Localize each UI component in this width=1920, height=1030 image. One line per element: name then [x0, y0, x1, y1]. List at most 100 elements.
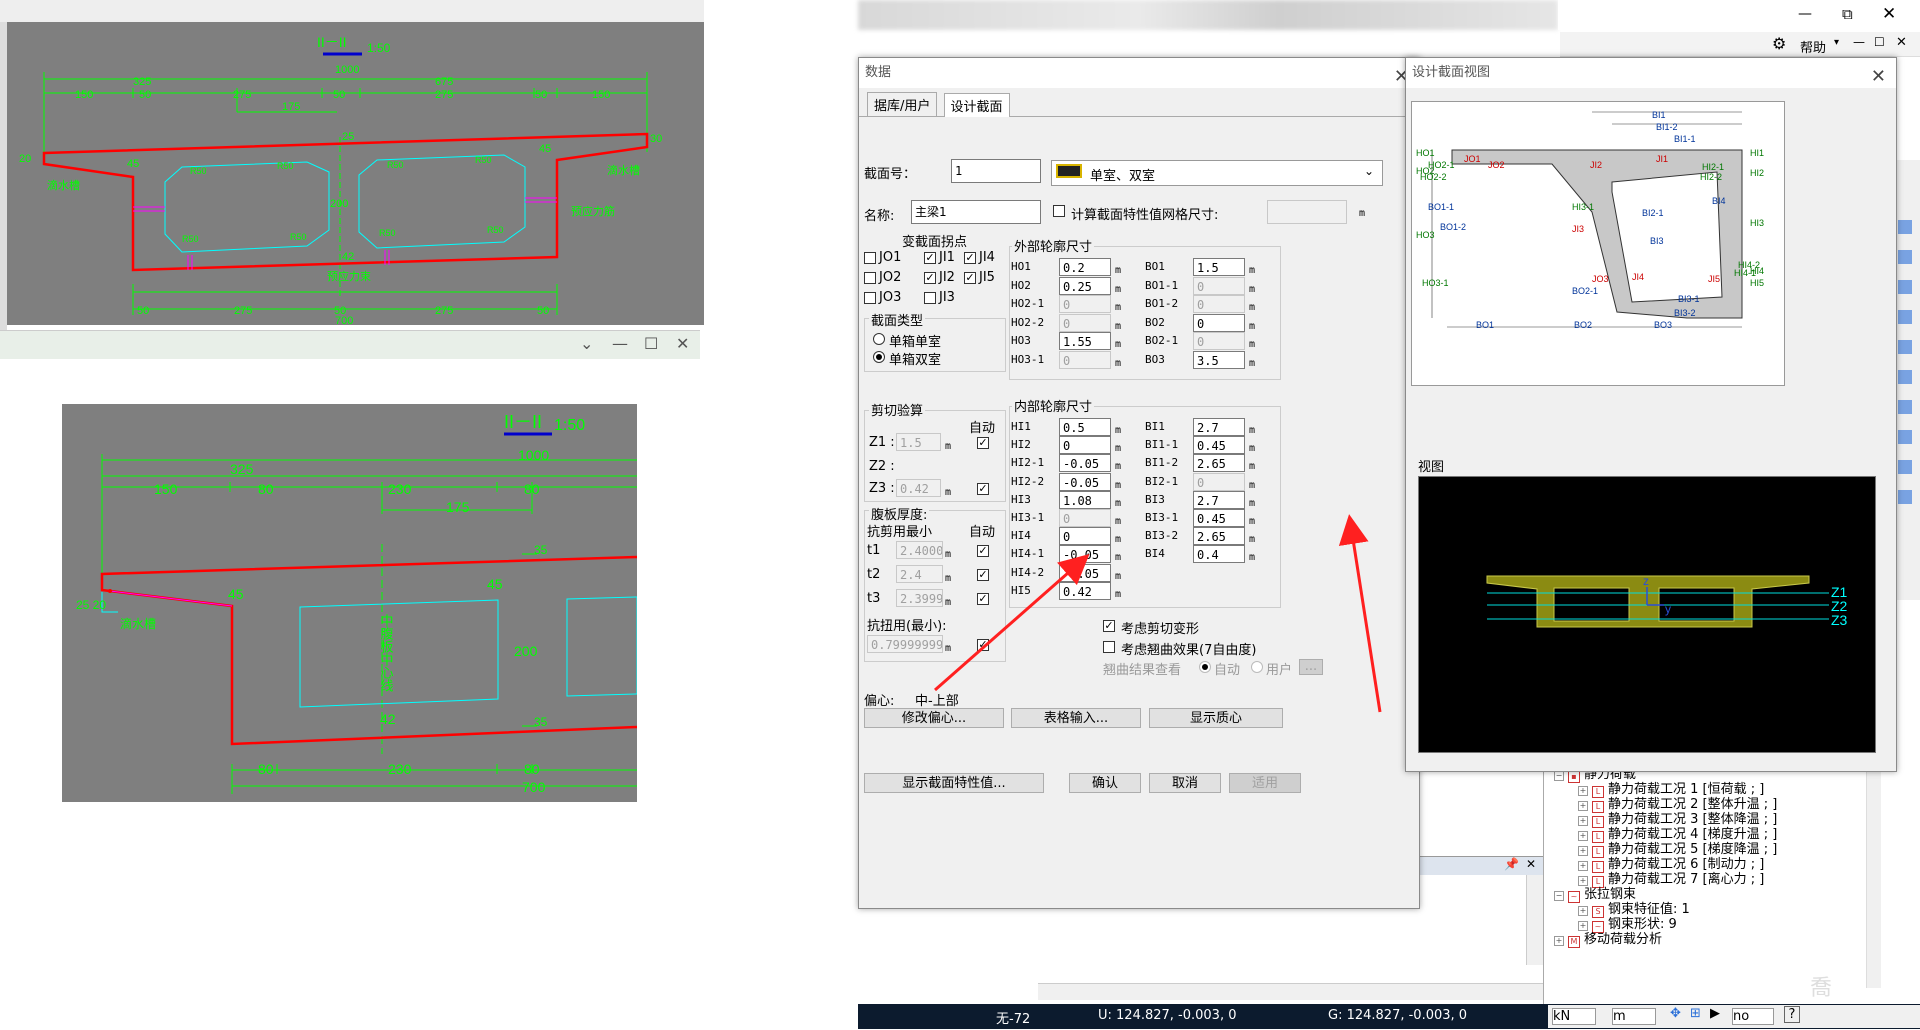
tree-scrollbar[interactable] — [1866, 768, 1881, 988]
inner-bi2-1-input[interactable]: 0 — [1193, 472, 1245, 491]
grid-calc-checkbox[interactable] — [1053, 205, 1065, 217]
inner-hi1-input[interactable]: 0.5 — [1059, 418, 1111, 436]
outer-ho2-2-input[interactable]: 0 — [1059, 313, 1111, 332]
table-input-button[interactable]: 表格输入... — [1011, 708, 1141, 728]
outer-ho2-input[interactable]: 0.25 — [1059, 276, 1111, 295]
toolbar-icons[interactable] — [1898, 220, 1912, 520]
tree-item[interactable]: + L 静力荷载工况 6 [制动力 ; ] — [1554, 857, 1777, 873]
length-unit-select[interactable]: m — [1612, 1008, 1656, 1025]
t1-auto-checkbox[interactable] — [977, 545, 989, 557]
outer-bo1-2-input[interactable]: 0 — [1193, 295, 1245, 313]
outer-bo1-1-input[interactable]: 0 — [1193, 276, 1245, 295]
outer-bo2-input[interactable]: 0 — [1193, 313, 1245, 332]
t3-input[interactable]: 2.39999 — [896, 589, 943, 607]
sub-close-icon[interactable]: ✕ — [1896, 35, 1907, 50]
sub-maximize-icon[interactable]: ☐ — [1874, 35, 1885, 49]
bottom-win-collapse-icon[interactable]: ⌄ — [580, 334, 593, 353]
inner-bi1-1-input[interactable]: 0.45 — [1193, 436, 1245, 455]
view-close-icon[interactable]: ✕ — [1871, 62, 1886, 92]
tree-item[interactable]: + L 静力荷载工况 5 [梯度降温 ; ] — [1554, 842, 1777, 858]
tab-design-section[interactable]: 设计截面 — [943, 93, 1010, 117]
warp-browse-button[interactable]: ... — [1299, 659, 1323, 675]
inner-hi4-2-input[interactable]: -0.05 — [1059, 563, 1111, 582]
inner-hi3-input[interactable]: 1.08 — [1059, 490, 1111, 509]
warp-user-radio[interactable] — [1251, 661, 1263, 673]
inner-bi4-input[interactable]: 0.4 — [1193, 545, 1245, 564]
play-icon[interactable]: ▶ — [1710, 1006, 1720, 1021]
panel-close-icon[interactable]: ✕ — [1526, 857, 1536, 871]
apply-button[interactable]: 适用 — [1229, 773, 1301, 793]
inner-hi2-2-input[interactable]: -0.05 — [1059, 472, 1111, 491]
name-input[interactable]: 主梁1 — [911, 200, 1041, 224]
inner-bi1-input[interactable]: 2.7 — [1193, 418, 1245, 436]
top-cad-viewport[interactable]: II－II 1:50 325 675 1000 150 50 275 50 27… — [7, 22, 704, 325]
inner-hi4-1-input[interactable]: -0.05 — [1059, 545, 1111, 564]
tree-item[interactable]: + L 静力荷载工况 2 [整体升温 ; ] — [1554, 797, 1777, 813]
app-close-icon[interactable]: ✕ — [1882, 4, 1896, 24]
z3-auto-checkbox[interactable] — [977, 483, 989, 495]
inner-bi3-1-input[interactable]: 0.45 — [1193, 509, 1245, 527]
torsion-auto-checkbox[interactable] — [977, 639, 989, 651]
single-box-double-cell-radio[interactable] — [873, 351, 885, 363]
tree-item[interactable]: + L 静力荷载工况 4 [梯度升温 ; ] — [1554, 827, 1777, 843]
help-icon[interactable]: ? — [1784, 1006, 1800, 1023]
cancel-button[interactable]: 取消 — [1149, 773, 1221, 793]
joint-jo3-checkbox[interactable] — [864, 292, 876, 304]
inner-hi3-1-input[interactable]: 0 — [1059, 509, 1111, 527]
inner-bi3-2-input[interactable]: 2.65 — [1193, 527, 1245, 546]
combo-select[interactable]: no — [1732, 1008, 1774, 1025]
consider-warp-checkbox[interactable] — [1103, 641, 1115, 653]
grid-size-input[interactable] — [1267, 200, 1347, 224]
outer-ho2-1-input[interactable]: 0 — [1059, 295, 1111, 313]
inner-hi4-input[interactable]: 0 — [1059, 527, 1111, 546]
help-dropdown-icon[interactable]: ▾ — [1834, 37, 1839, 48]
bottom-win-maximize-icon[interactable]: ☐ — [644, 334, 658, 353]
consider-shear-checkbox[interactable] — [1103, 620, 1115, 632]
inner-bi1-2-input[interactable]: 2.65 — [1193, 454, 1245, 473]
joint-ji2-checkbox[interactable] — [924, 272, 936, 284]
force-unit-select[interactable]: kN — [1552, 1008, 1596, 1025]
tree-moving-load-root[interactable]: + M 移动荷载分析 — [1554, 932, 1777, 948]
bottom-win-close-icon[interactable]: ✕ — [676, 334, 689, 353]
single-box-single-cell-radio[interactable] — [873, 333, 885, 345]
modify-offset-button[interactable]: 修改偏心... — [864, 708, 1004, 728]
inner-bi3-input[interactable]: 2.7 — [1193, 490, 1245, 509]
outer-ho3-1-input[interactable]: 0 — [1059, 350, 1111, 369]
tree-item[interactable]: + L 静力荷载工况 1 [恒荷载 ; ] — [1554, 782, 1777, 798]
gear-icon[interactable]: ⚙ — [1772, 34, 1786, 53]
inner-hi2-input[interactable]: 0 — [1059, 436, 1111, 455]
outer-bo3-input[interactable]: 3.5 — [1193, 350, 1245, 369]
z3-input[interactable]: 0.42 — [896, 479, 941, 497]
t3-auto-checkbox[interactable] — [977, 593, 989, 605]
outer-ho1-input[interactable]: 0.2 — [1059, 258, 1111, 276]
message-vscrollbar[interactable] — [1526, 875, 1543, 965]
joint-ji3-checkbox[interactable] — [924, 292, 936, 304]
sub-minimize-icon[interactable]: — — [1853, 35, 1865, 49]
z1-input[interactable]: 1.5 — [896, 433, 941, 451]
app-restore-icon[interactable]: ⧉ — [1842, 5, 1853, 23]
tree-item[interactable]: + S 钢束特征值: 1 — [1554, 902, 1777, 918]
outer-ho3-input[interactable]: 1.55 — [1059, 332, 1111, 350]
warp-auto-radio[interactable] — [1199, 661, 1211, 673]
torsion-input[interactable]: 0.79999999 — [867, 635, 943, 653]
tree-item[interactable]: + L 静力荷载工况 7 [离心力 ; ] — [1554, 872, 1777, 888]
t2-input[interactable]: 2.4 — [896, 565, 943, 583]
joint-jo2-checkbox[interactable] — [864, 272, 876, 284]
inner-hi5-input[interactable]: 0.42 — [1059, 581, 1111, 600]
section-type-select[interactable]: 单室、双室 ⌄ — [1051, 160, 1383, 186]
grid-snap-icon[interactable]: ⊞ — [1690, 1006, 1701, 1021]
outer-bo1-input[interactable]: 1.5 — [1193, 258, 1245, 276]
bottom-win-minimize-icon[interactable]: — — [612, 334, 628, 353]
section-no-input[interactable]: 1 — [951, 159, 1041, 183]
outer-bo2-1-input[interactable]: 0 — [1193, 332, 1245, 350]
inner-hi2-1-input[interactable]: -0.05 — [1059, 454, 1111, 473]
section-preview[interactable]: Z1 Z2 Z3 z y — [1418, 476, 1876, 753]
tree-item[interactable]: + ~ 钢束形状: 9 — [1554, 917, 1777, 933]
z1-auto-checkbox[interactable] — [977, 437, 989, 449]
joint-ji5-checkbox[interactable] — [964, 272, 976, 284]
tree-item[interactable]: + L 静力荷载工况 3 [整体降温 ; ] — [1554, 812, 1777, 828]
show-section-props-button[interactable]: 显示截面特性值... — [864, 773, 1044, 793]
pin-icon[interactable]: 📌 — [1504, 857, 1519, 871]
ok-button[interactable]: 确认 — [1069, 773, 1141, 793]
help-menu[interactable]: 帮助 — [1800, 37, 1826, 56]
